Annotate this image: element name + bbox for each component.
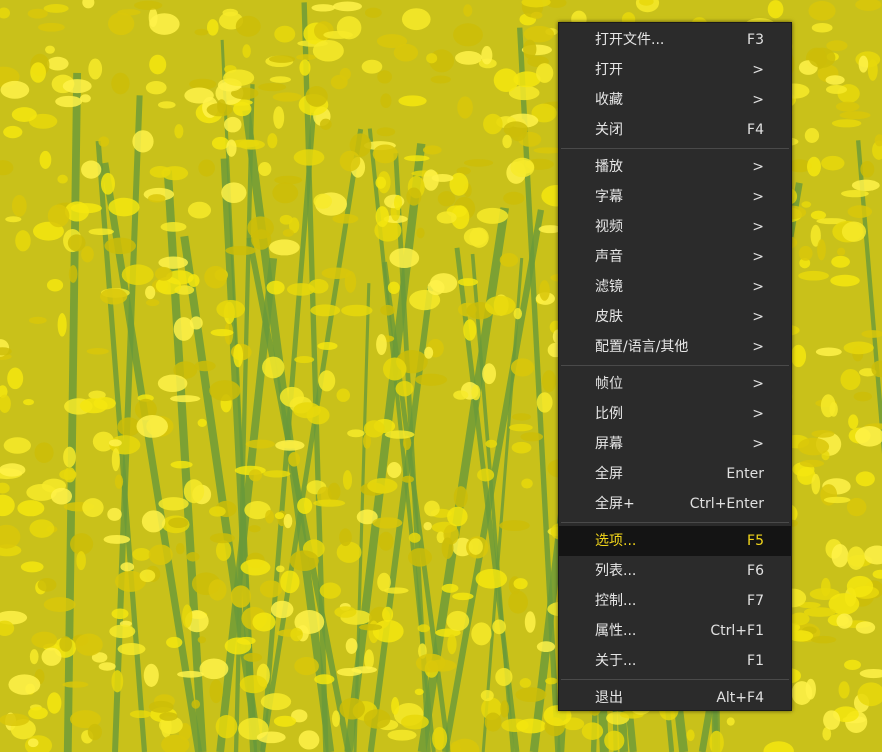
menu-item-open-file[interactable]: 打开文件... F3 (559, 25, 791, 55)
menu-item-properties[interactable]: 属性... Ctrl+F1 (559, 616, 791, 646)
menu-item-close[interactable]: 关闭 F4 (559, 115, 791, 145)
menu-item-shortcut: F5 (747, 533, 764, 549)
menu-item-label: 比例 (595, 406, 623, 422)
menu-item-fullscreen-plus[interactable]: 全屏+ Ctrl+Enter (559, 489, 791, 519)
menu-item-control[interactable]: 控制... F7 (559, 586, 791, 616)
menu-item-label: 屏幕 (595, 436, 623, 452)
submenu-arrow-icon: > (752, 249, 764, 265)
menu-item-favorites[interactable]: 收藏 > (559, 85, 791, 115)
context-menu: 打开文件... F3 打开 > 收藏 > 关闭 F4 播放 > 字幕 > 视频 … (558, 22, 792, 711)
menu-item-label: 控制... (595, 593, 637, 609)
submenu-arrow-icon: > (752, 309, 764, 325)
menu-separator (559, 145, 791, 152)
menu-item-exit[interactable]: 退出 Alt+F4 (559, 683, 791, 713)
menu-item-config-language-other[interactable]: 配置/语言/其他 > (559, 332, 791, 362)
menu-item-fullscreen[interactable]: 全屏 Enter (559, 459, 791, 489)
menu-item-label: 收藏 (595, 92, 623, 108)
menu-item-filters[interactable]: 滤镜 > (559, 272, 791, 302)
submenu-arrow-icon: > (752, 436, 764, 452)
menu-item-label: 关于... (595, 653, 637, 669)
menu-item-label: 帧位 (595, 376, 623, 392)
menu-separator (559, 676, 791, 683)
menu-item-about[interactable]: 关于... F1 (559, 646, 791, 676)
submenu-arrow-icon: > (752, 159, 764, 175)
menu-item-skins[interactable]: 皮肤 > (559, 302, 791, 332)
menu-item-shortcut: Ctrl+F1 (710, 623, 764, 639)
menu-item-label: 列表... (595, 563, 637, 579)
menu-item-shortcut: Ctrl+Enter (689, 496, 764, 512)
menu-item-shortcut: F4 (747, 122, 764, 138)
menu-item-open[interactable]: 打开 > (559, 55, 791, 85)
submenu-arrow-icon: > (752, 406, 764, 422)
menu-item-label: 关闭 (595, 122, 623, 138)
submenu-arrow-icon: > (752, 376, 764, 392)
menu-item-video[interactable]: 视频 > (559, 212, 791, 242)
menu-item-label: 全屏 (595, 466, 623, 482)
submenu-arrow-icon: > (752, 92, 764, 108)
menu-item-label: 属性... (595, 623, 637, 639)
menu-item-shortcut: F6 (747, 563, 764, 579)
menu-item-label: 打开文件... (595, 32, 665, 48)
menu-item-subtitles[interactable]: 字幕 > (559, 182, 791, 212)
menu-item-shortcut: F3 (747, 32, 764, 48)
submenu-arrow-icon: > (752, 189, 764, 205)
menu-separator (559, 519, 791, 526)
menu-item-aspect-ratio[interactable]: 比例 > (559, 399, 791, 429)
menu-item-play[interactable]: 播放 > (559, 152, 791, 182)
menu-item-label: 声音 (595, 249, 623, 265)
menu-item-label: 皮肤 (595, 309, 623, 325)
menu-item-shortcut: Enter (726, 466, 764, 482)
menu-item-shortcut: F1 (747, 653, 764, 669)
menu-item-label: 配置/语言/其他 (595, 339, 689, 355)
menu-separator (559, 362, 791, 369)
menu-item-label: 播放 (595, 159, 623, 175)
menu-item-options[interactable]: 选项... F5 (559, 526, 791, 556)
menu-item-label: 视频 (595, 219, 623, 235)
menu-item-label: 选项... (595, 533, 637, 549)
submenu-arrow-icon: > (752, 219, 764, 235)
menu-item-frame-position[interactable]: 帧位 > (559, 369, 791, 399)
menu-item-label: 退出 (595, 690, 623, 706)
submenu-arrow-icon: > (752, 339, 764, 355)
menu-item-playlist[interactable]: 列表... F6 (559, 556, 791, 586)
menu-item-audio[interactable]: 声音 > (559, 242, 791, 272)
submenu-arrow-icon: > (752, 62, 764, 78)
menu-item-label: 打开 (595, 62, 623, 78)
menu-item-shortcut: Alt+F4 (716, 690, 764, 706)
submenu-arrow-icon: > (752, 279, 764, 295)
menu-item-screen[interactable]: 屏幕 > (559, 429, 791, 459)
menu-item-label: 全屏+ (595, 496, 635, 512)
menu-item-label: 字幕 (595, 189, 623, 205)
menu-item-label: 滤镜 (595, 279, 623, 295)
menu-item-shortcut: F7 (747, 593, 764, 609)
